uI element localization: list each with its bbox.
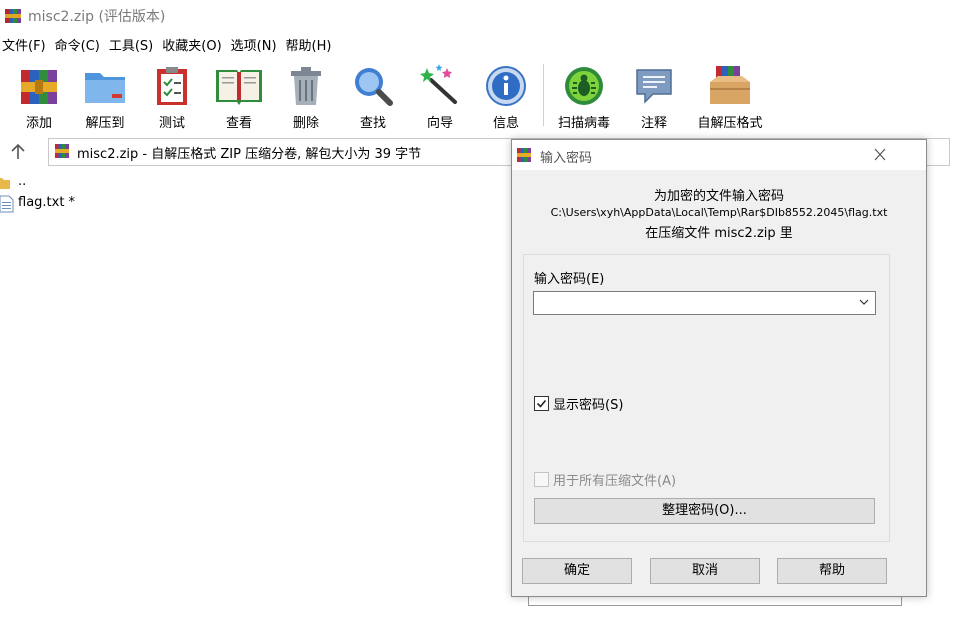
checkmark-icon (536, 399, 547, 408)
info-icon (486, 66, 526, 106)
scan-virus-button[interactable]: 扫描病毒 (550, 64, 618, 131)
password-combobox[interactable] (533, 291, 876, 315)
menu-favorites[interactable]: 收藏夹(O) (160, 36, 228, 58)
add-archive-icon (21, 70, 57, 104)
window-title: misc2.zip (评估版本) (28, 9, 166, 25)
comment-bubble-icon (636, 69, 672, 104)
dialog-file-path: C:\Users\xyh\AppData\Local\Temp\Rar$DIb8… (550, 206, 888, 219)
text-file-icon (0, 195, 14, 213)
info-button[interactable]: 信息 (482, 64, 530, 131)
magnifier-icon (355, 68, 393, 106)
use-all-checkbox (534, 472, 549, 487)
magic-wand-icon (420, 64, 457, 104)
delete-button[interactable]: 删除 (282, 64, 330, 131)
find-button[interactable]: 查找 (348, 64, 398, 131)
view-button[interactable]: 查看 (210, 64, 268, 131)
delete-label: 删除 (292, 116, 319, 131)
close-icon[interactable] (868, 146, 892, 164)
book-icon (216, 70, 262, 105)
comment-button[interactable]: 注释 (630, 64, 678, 131)
menu-tools[interactable]: 工具(S) (107, 36, 160, 58)
show-password-checkbox[interactable] (534, 396, 549, 411)
view-label: 查看 (225, 116, 252, 131)
winrar-dialog-icon (517, 148, 531, 162)
up-arrow-icon[interactable] (8, 142, 28, 162)
trash-icon (291, 67, 321, 105)
clipboard-check-icon (157, 67, 187, 105)
menu-help[interactable]: 帮助(H) (284, 36, 339, 58)
wizard-button[interactable]: 向导 (416, 64, 464, 131)
chevron-down-icon[interactable] (859, 298, 869, 306)
scan-virus-label: 扫描病毒 (557, 116, 610, 131)
wizard-label: 向导 (426, 116, 453, 131)
file-name: flag.txt * (18, 195, 76, 210)
password-label: 输入密码(E) (534, 272, 605, 287)
menu-commands[interactable]: 命令(C) (53, 36, 107, 58)
folder-icon (0, 178, 10, 189)
show-password-label: 显示密码(S) (553, 398, 624, 413)
zip-archive-icon (55, 144, 69, 158)
test-label: 测试 (158, 116, 185, 131)
sfx-label: 自解压格式 (697, 116, 763, 131)
menu-options[interactable]: 选项(N) (229, 36, 284, 58)
menu-file[interactable]: 文件(F) (0, 36, 53, 58)
find-label: 查找 (359, 116, 386, 131)
winrar-app-icon (5, 9, 21, 23)
ok-button[interactable]: 确定 (522, 558, 632, 584)
menu-bar: 文件(F) 命令(C) 工具(S) 收藏夹(O) 选项(N) 帮助(H) (0, 36, 338, 58)
dialog-titlebar: 输入密码 (512, 140, 926, 170)
add-button[interactable]: 添加 (14, 64, 64, 131)
toolbar: 添加 解压到 测试 查看 删除 查找 向导 信息 扫描病毒 注释 自解压格式 (0, 60, 954, 134)
file-row-flag[interactable]: flag.txt * (0, 194, 120, 214)
address-text: misc2.zip - 自解压格式 ZIP 压缩分卷, 解包大小为 39 字节 (77, 147, 422, 162)
add-label: 添加 (25, 116, 52, 131)
comment-label: 注释 (640, 116, 667, 131)
window-titlebar: misc2.zip (评估版本) (0, 0, 954, 34)
file-name: .. (18, 174, 27, 189)
organize-passwords-button[interactable]: 整理密码(O)... (534, 498, 875, 524)
cancel-button[interactable]: 取消 (650, 558, 760, 584)
extract-to-label: 解压到 (85, 116, 125, 131)
info-label: 信息 (492, 116, 519, 131)
password-dialog: 输入密码 为加密的文件输入密码 C:\Users\xyh\AppData\Loc… (511, 139, 927, 597)
sfx-button[interactable]: 自解压格式 (690, 64, 770, 131)
sfx-box-icon (710, 66, 750, 104)
test-button[interactable]: 测试 (148, 64, 196, 131)
toolbar-separator (543, 64, 544, 126)
dialog-heading: 为加密的文件输入密码 (653, 189, 784, 204)
use-all-label: 用于所有压缩文件(A) (553, 474, 677, 489)
file-row-parent[interactable]: .. (0, 173, 120, 193)
help-button[interactable]: 帮助 (777, 558, 887, 584)
extract-to-button[interactable]: 解压到 (78, 64, 132, 131)
dialog-archive-note: 在压缩文件 misc2.zip 里 (645, 226, 793, 241)
virus-bug-icon (565, 67, 603, 105)
dialog-title: 输入密码 (540, 151, 593, 166)
folder-icon (85, 73, 125, 103)
